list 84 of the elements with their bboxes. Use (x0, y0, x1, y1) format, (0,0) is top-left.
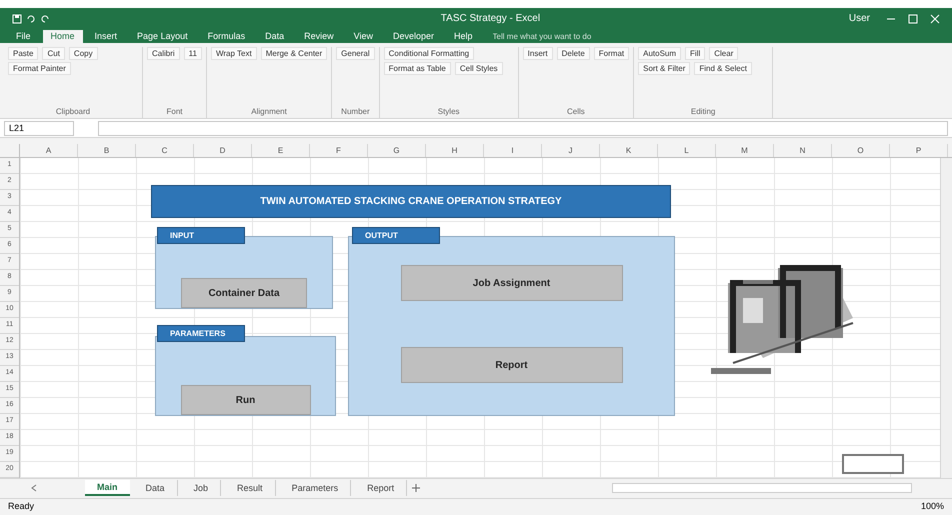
ribbon-tab[interactable]: View (346, 30, 381, 43)
group-label: Alignment (250, 106, 288, 118)
panel-label: INPUT (157, 227, 245, 244)
ribbon-tab[interactable]: File (8, 30, 39, 43)
column-header[interactable]: K (600, 144, 658, 158)
column-header[interactable]: L (658, 144, 716, 158)
ribbon-button[interactable]: Merge & Center (260, 46, 328, 60)
ribbon-button[interactable]: Fill (685, 46, 706, 60)
status-text: Ready (8, 500, 36, 514)
zoom-level: 100% (920, 500, 944, 514)
column-header[interactable]: I (484, 144, 542, 158)
column-header[interactable]: H (426, 144, 484, 158)
name-box[interactable]: L21 (4, 120, 74, 136)
ribbon-tab[interactable]: Home (42, 30, 83, 43)
panel-label: PARAMETERS (157, 325, 245, 342)
ribbon-button[interactable]: Paste (8, 46, 38, 60)
ribbon-button[interactable]: Delete (556, 46, 590, 60)
group-label: Number (340, 106, 371, 118)
user-name: User (848, 12, 870, 26)
ribbon-button[interactable]: Find & Select (694, 62, 752, 75)
ribbon-tab[interactable]: Formulas (200, 30, 254, 43)
ribbon-button[interactable]: General (336, 46, 375, 60)
worksheet-grid[interactable]: TWIN AUTOMATED STACKING CRANE OPERATION STRATEGY Container Data INPUT Run PARAMETERS Job Assignment Report OUTPUT (20, 158, 940, 478)
ribbon-button[interactable]: Sort & Filter (638, 62, 690, 75)
column-header[interactable]: C (136, 144, 194, 158)
sheet-tab[interactable]: Result (225, 480, 276, 496)
maximize-icon[interactable] (908, 14, 918, 24)
ribbon-button[interactable]: Clear (709, 46, 738, 60)
group-label: Font (165, 106, 184, 118)
ribbon-tab[interactable]: Data (257, 30, 292, 43)
ribbon-button[interactable]: Wrap Text (210, 46, 257, 60)
ribbon-button[interactable]: Format as Table (384, 62, 451, 75)
horizontal-scrollbar[interactable] (612, 483, 912, 494)
save-icon[interactable] (12, 14, 22, 24)
ribbon-tab[interactable]: Insert (86, 30, 126, 43)
panel-label: OUTPUT (352, 227, 440, 244)
vertical-scrollbar[interactable] (940, 158, 952, 478)
column-header[interactable]: E (252, 144, 310, 158)
close-icon[interactable] (930, 14, 940, 24)
macro-button[interactable]: Report (400, 347, 622, 384)
ribbon-tab[interactable]: Help (446, 30, 481, 43)
previous-sheet-icon[interactable] (30, 484, 38, 492)
column-header[interactable]: F (310, 144, 368, 158)
sheet-tab[interactable]: Data (134, 480, 178, 496)
macro-button[interactable]: Container Data (181, 278, 307, 308)
column-header[interactable]: G (368, 144, 426, 158)
column-header[interactable]: N (774, 144, 832, 158)
column-header[interactable]: D (194, 144, 252, 158)
sheet-tab[interactable]: Job (182, 480, 222, 496)
ribbon-button[interactable]: Format Painter (8, 62, 71, 75)
ribbon-button[interactable]: Conditional Formatting (384, 46, 474, 60)
ribbon-button[interactable]: Copy (68, 46, 98, 60)
sheet-tab[interactable]: Main (85, 480, 130, 496)
window-title: TASC Strategy - Excel (440, 12, 542, 26)
sheet-tab[interactable]: Report (355, 480, 408, 496)
add-sheet-icon[interactable] (411, 483, 422, 494)
column-header[interactable]: B (78, 144, 136, 158)
tell-me-field[interactable]: Tell me what you want to do (492, 30, 643, 43)
undo-icon[interactable] (26, 14, 36, 24)
column-header[interactable]: M (716, 144, 774, 158)
column-header[interactable]: P (890, 144, 948, 158)
ribbon-button[interactable]: 11 (184, 46, 202, 60)
column-header[interactable]: J (542, 144, 600, 158)
ribbon-tab[interactable]: Review (296, 30, 342, 43)
macro-button[interactable]: Job Assignment (400, 265, 622, 302)
ribbon-button[interactable]: Cell Styles (454, 62, 503, 75)
ribbon-button[interactable]: AutoSum (638, 46, 682, 60)
ribbon-tab[interactable]: Page Layout (129, 30, 196, 43)
dashboard-title: TWIN AUTOMATED STACKING CRANE OPERATION STRATEGY (151, 185, 671, 218)
column-header[interactable]: O (832, 144, 890, 158)
ribbon-button[interactable]: Format (594, 46, 630, 60)
sheet-tab[interactable]: Parameters (280, 480, 352, 496)
ribbon-button[interactable]: Insert (522, 46, 553, 60)
ribbon-button[interactable]: Calibri (147, 46, 180, 60)
group-label: Cells (566, 106, 586, 118)
blank-shape (842, 454, 904, 474)
ribbon-button[interactable]: Cut (42, 46, 65, 60)
group-label: Editing (690, 106, 716, 118)
redo-icon[interactable] (40, 14, 50, 24)
group-label: Styles (436, 106, 461, 118)
group-label: Clipboard (54, 106, 92, 118)
column-header[interactable]: A (20, 144, 78, 158)
ribbon-tab[interactable]: Developer (385, 30, 442, 43)
macro-button[interactable]: Run (180, 385, 310, 416)
